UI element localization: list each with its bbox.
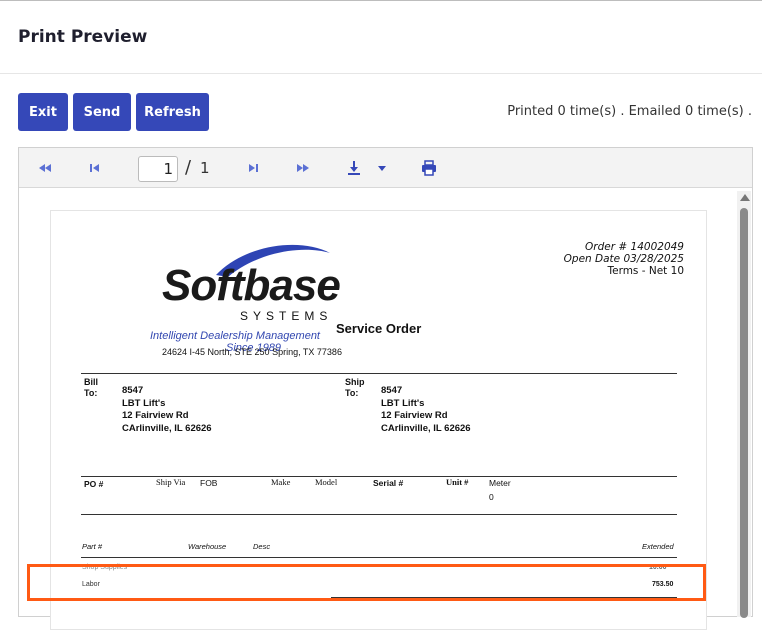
section-divider bbox=[81, 373, 677, 374]
desc-column-header: Desc bbox=[253, 542, 271, 551]
order-number: Order # 14002049 bbox=[585, 241, 684, 253]
scroll-thumb[interactable] bbox=[740, 208, 748, 618]
company-address: 24624 I-45 North, STE 250 Spring, TX 773… bbox=[162, 347, 342, 357]
ship-to-address: 8547 LBT Lift's 12 Fairview Rd CArlinville… bbox=[381, 385, 471, 434]
viewer-toolbar: 1 / 1 bbox=[19, 148, 752, 188]
next-page-icon[interactable] bbox=[245, 160, 261, 176]
previous-page-icon[interactable] bbox=[87, 160, 103, 176]
refresh-button[interactable]: Refresh bbox=[136, 93, 209, 131]
vertical-scrollbar[interactable] bbox=[737, 191, 751, 618]
logo-subtitle: SYSTEMS bbox=[240, 309, 333, 323]
exit-button[interactable]: Exit bbox=[18, 93, 68, 131]
page-separator: / bbox=[185, 157, 192, 178]
warehouse-column-header: Warehouse bbox=[188, 542, 227, 551]
highlight-box bbox=[27, 564, 706, 601]
page-number-input[interactable]: 1 bbox=[138, 156, 178, 182]
unit-label: Unit # bbox=[446, 477, 469, 487]
ship-via-label: Ship Via bbox=[156, 477, 186, 487]
open-date: Open Date 03/28/2025 bbox=[563, 253, 684, 265]
extended-column-header: Extended bbox=[642, 542, 674, 551]
fob-label: FOB bbox=[200, 478, 218, 488]
company-logo: Softbase SYSTEMS Intelligent Dealership … bbox=[150, 241, 364, 354]
section-divider bbox=[81, 514, 677, 515]
send-button[interactable]: Send bbox=[73, 93, 131, 131]
header-divider bbox=[0, 73, 762, 74]
meter-value: 0 bbox=[489, 492, 494, 502]
logo-tagline: Intelligent Dealership Management bbox=[150, 330, 320, 342]
last-page-icon[interactable] bbox=[295, 160, 311, 176]
po-label: PO # bbox=[84, 479, 104, 489]
part-column-header: Part # bbox=[82, 542, 103, 551]
page-title: Print Preview bbox=[18, 27, 148, 47]
make-label: Make bbox=[271, 477, 291, 487]
chevron-down-icon[interactable] bbox=[374, 160, 390, 176]
logo-wordmark: Softbase bbox=[162, 261, 341, 310]
report-viewer: 1 / 1 Order # 14002049 Open Date 03/28/2… bbox=[18, 147, 753, 630]
download-icon[interactable] bbox=[346, 160, 362, 176]
model-label: Model bbox=[315, 477, 338, 487]
payment-terms: Terms - Net 10 bbox=[607, 265, 684, 277]
ship-to-label: Ship To: bbox=[345, 377, 365, 398]
bill-to-address: 8547 LBT Lift's 12 Fairview Rd CArlinville… bbox=[122, 385, 212, 434]
print-email-status: Printed 0 time(s) . Emailed 0 time(s) . bbox=[507, 104, 752, 119]
bill-to-label: Bill To: bbox=[84, 377, 99, 398]
table-header-divider bbox=[81, 557, 677, 558]
serial-label: Serial # bbox=[373, 478, 404, 488]
document-title: Service Order bbox=[336, 321, 422, 336]
top-border bbox=[0, 0, 762, 1]
first-page-icon[interactable] bbox=[37, 160, 53, 176]
order-info: Order # 14002049 Open Date 03/28/2025 Te… bbox=[564, 241, 684, 277]
page-total: 1 bbox=[200, 159, 210, 177]
meter-label: Meter bbox=[489, 478, 511, 488]
print-icon[interactable] bbox=[421, 160, 437, 176]
scroll-up-arrow-icon[interactable] bbox=[740, 194, 750, 201]
